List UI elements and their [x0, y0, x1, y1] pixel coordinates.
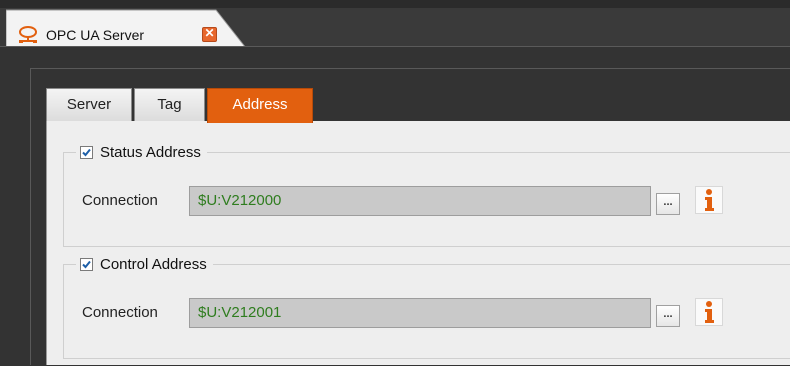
status-connection-field[interactable]: $U:V212000	[189, 186, 651, 216]
status-info-button[interactable]	[695, 186, 723, 214]
status-address-legend: Status Address	[76, 142, 207, 162]
document-tab[interactable]: OPC UA Server ✕	[6, 8, 246, 48]
document-tab-title: OPC UA Server	[46, 27, 145, 43]
tab-server[interactable]: Server	[46, 88, 132, 121]
control-info-button[interactable]	[695, 298, 723, 326]
tab-address-label: Address	[232, 96, 288, 113]
close-tab-button[interactable]: ✕	[202, 26, 217, 42]
status-connection-label: Connection	[82, 192, 158, 209]
status-browse-button[interactable]: ...	[656, 193, 680, 215]
control-connection-field[interactable]: $U:V212001	[189, 298, 651, 328]
control-browse-button[interactable]: ...	[656, 305, 680, 327]
network-icon	[18, 25, 38, 45]
tab-server-label: Server	[66, 96, 112, 113]
status-address-checkbox[interactable]	[80, 145, 93, 159]
control-address-checkbox[interactable]	[80, 257, 93, 271]
control-connection-label: Connection	[82, 304, 158, 321]
control-address-title: Control Address	[100, 255, 207, 273]
info-icon	[705, 301, 714, 323]
status-address-title: Status Address	[100, 143, 201, 161]
control-address-legend: Control Address	[76, 254, 213, 274]
tab-address[interactable]: Address	[207, 88, 313, 123]
title-strip	[0, 0, 790, 8]
check-icon	[82, 260, 91, 268]
check-icon	[82, 148, 91, 156]
info-icon	[705, 189, 714, 211]
tab-tag-label: Tag	[157, 96, 182, 113]
tab-tag[interactable]: Tag	[134, 88, 205, 121]
close-icon: ✕	[204, 26, 215, 40]
